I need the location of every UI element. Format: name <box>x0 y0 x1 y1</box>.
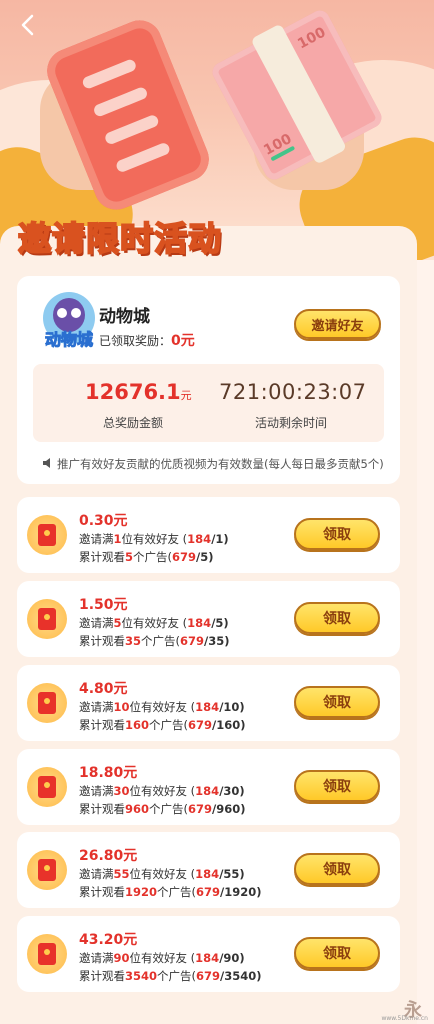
notice-bar: 推广有效好友贡献的优质视频为有效数量(每人每日最多贡献5个) <box>43 456 384 472</box>
app-logo-text: 动物城 <box>44 330 93 350</box>
watch-requirement: 累计观看3540个广告(679/3540) <box>79 969 262 983</box>
red-envelope-icon <box>27 767 67 807</box>
app-name: 动物城 <box>99 307 150 327</box>
claim-button[interactable]: 领取 <box>294 518 380 550</box>
task-amount: 43.20元 <box>79 932 138 948</box>
watch-requirement: 累计观看35个广告(679/35) <box>79 634 230 648</box>
task-amount: 1.50元 <box>79 597 128 613</box>
claimed-reward: 已领取奖励：0元 <box>99 330 195 350</box>
claimed-reward-value: 0元 <box>171 333 195 349</box>
watch-requirement: 累计观看5个广告(679/5) <box>79 550 214 564</box>
invite-requirement: 邀请满5位有效好友 (184/5) <box>79 616 229 630</box>
task-card: 26.80元 邀请满55位有效好友 (184/55) 累计观看1920个广告(6… <box>17 832 400 908</box>
invite-requirement: 邀请满1位有效好友 (184/1) <box>79 532 229 546</box>
task-amount: 26.80元 <box>79 848 138 864</box>
countdown-timer: 721:00:23:07 <box>219 380 367 404</box>
chevron-left-icon <box>21 14 34 36</box>
watch-requirement: 累计观看960个广告(679/960) <box>79 802 246 816</box>
app-logo: 动物城 <box>35 292 103 352</box>
time-left-label: 活动剩余时间 <box>255 416 328 430</box>
invite-requirement: 邀请满90位有效好友 (184/90) <box>79 951 245 965</box>
red-envelope-icon <box>27 934 67 974</box>
invite-requirement: 邀请满10位有效好友 (184/10) <box>79 700 245 714</box>
speaker-icon <box>43 457 57 471</box>
claim-button[interactable]: 领取 <box>294 937 380 969</box>
claim-button[interactable]: 领取 <box>294 686 380 718</box>
notice-text: 推广有效好友贡献的优质视频为有效数量(每人每日最多贡献5个) <box>57 457 384 471</box>
invite-friends-button[interactable]: 邀请好友 <box>294 309 381 339</box>
total-reward-label: 总奖励金额 <box>103 416 164 430</box>
back-button[interactable] <box>14 12 40 38</box>
task-card: 4.80元 邀请满10位有效好友 (184/10) 累计观看160个广告(679… <box>17 665 400 741</box>
total-reward-amount: 12676.1元 <box>85 380 192 404</box>
watch-requirement: 累计观看1920个广告(679/1920) <box>79 885 262 899</box>
stats-panel: 12676.1元 721:00:23:07 总奖励金额 活动剩余时间 <box>33 364 384 442</box>
red-envelope-icon <box>27 683 67 723</box>
task-amount: 18.80元 <box>79 765 138 781</box>
claimed-reward-label: 已领取奖励： <box>99 334 172 348</box>
red-envelope-icon <box>27 850 67 890</box>
task-card: 43.20元 邀请满90位有效好友 (184/90) 累计观看3540个广告(6… <box>17 916 400 992</box>
claim-button[interactable]: 领取 <box>294 602 380 634</box>
invite-requirement: 邀请满30位有效好友 (184/30) <box>79 784 245 798</box>
watch-requirement: 累计观看160个广告(679/160) <box>79 718 246 732</box>
red-envelope-icon <box>27 599 67 639</box>
page-title: 邀请限时活动 <box>17 218 222 259</box>
claim-button[interactable]: 领取 <box>294 770 380 802</box>
red-envelope-icon <box>27 515 67 555</box>
task-amount: 4.80元 <box>79 681 128 697</box>
cash-label: 100 <box>295 24 329 53</box>
watermark-site: www.5Dkme.cn <box>381 1015 428 1022</box>
watermark: 永 www.5Dkme.cn <box>381 996 428 1022</box>
activity-info-card: 动物城 动物城 已领取奖励：0元 邀请好友 12676.1元 721:00:23… <box>17 276 400 484</box>
task-card: 0.30元 邀请满1位有效好友 (184/1) 累计观看5个广告(679/5) … <box>17 497 400 573</box>
claim-button[interactable]: 领取 <box>294 853 380 885</box>
task-card: 18.80元 邀请满30位有效好友 (184/30) 累计观看960个广告(67… <box>17 749 400 825</box>
task-card: 1.50元 邀请满5位有效好友 (184/5) 累计观看35个广告(679/35… <box>17 581 400 657</box>
task-amount: 0.30元 <box>79 513 128 529</box>
invite-requirement: 邀请满55位有效好友 (184/55) <box>79 867 245 881</box>
